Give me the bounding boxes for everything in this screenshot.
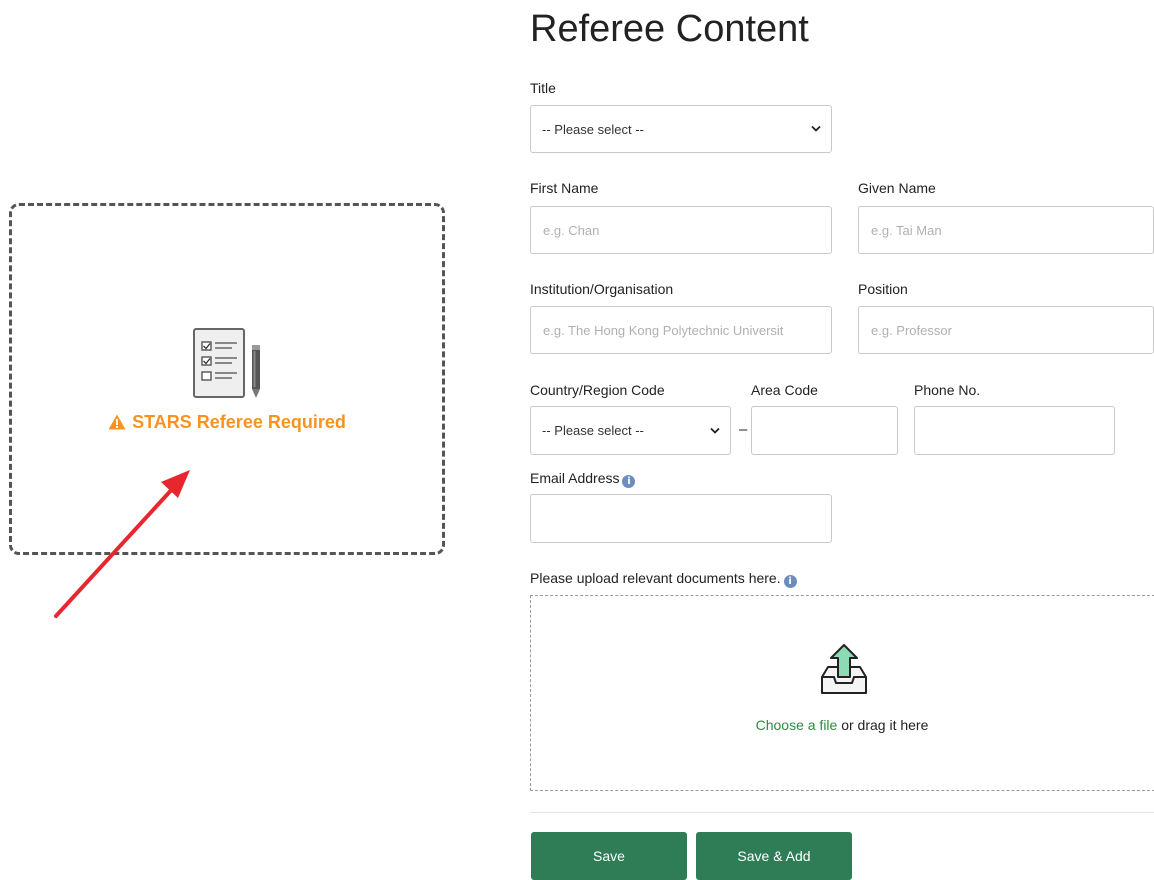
phone-no-input[interactable] (914, 406, 1115, 455)
email-address-input[interactable] (530, 494, 832, 543)
chevron-down-icon (710, 427, 720, 434)
position-input[interactable] (858, 306, 1154, 354)
save-and-add-button[interactable]: Save & Add (696, 832, 852, 880)
country-region-code-select[interactable]: -- Please select -- (530, 406, 731, 455)
checklist-document-icon (193, 328, 260, 398)
annotation-arrow (54, 470, 190, 618)
upload-label: Please upload relevant documents here. i (530, 570, 797, 588)
warning-icon (108, 414, 126, 430)
phone-separator: – (739, 421, 748, 438)
title-select[interactable]: -- Please select -- (530, 105, 832, 153)
upload-tray-icon (821, 644, 867, 694)
page-title: Referee Content (530, 8, 809, 50)
given-name-input[interactable] (858, 206, 1154, 254)
phone-no-label: Phone No. (914, 382, 981, 398)
position-label: Position (858, 281, 908, 297)
choose-file-link[interactable]: Choose a file (756, 717, 838, 733)
chevron-down-icon (811, 125, 821, 132)
institution-label: Institution/Organisation (530, 281, 674, 297)
info-icon[interactable]: i (622, 475, 636, 488)
institution-input[interactable] (530, 306, 832, 354)
warning-text: STARS Referee Required (132, 412, 346, 432)
country-code-select-value: -- Please select -- (542, 423, 644, 438)
stars-referee-required-warning: STARS Referee Required (0, 412, 454, 433)
drag-hint-text: or drag it here (837, 717, 929, 733)
first-name-label: First Name (530, 180, 599, 196)
divider (530, 812, 1154, 813)
country-region-code-label: Country/Region Code (530, 382, 665, 398)
email-label-text: Email Address (530, 470, 620, 486)
first-name-input[interactable] (530, 206, 832, 254)
given-name-label: Given Name (858, 180, 936, 196)
save-button[interactable]: Save (531, 832, 687, 880)
title-select-value: -- Please select -- (542, 121, 644, 137)
area-code-label: Area Code (751, 382, 818, 398)
pencil-icon (252, 345, 260, 398)
info-icon[interactable]: i (783, 575, 797, 588)
upload-label-text: Please upload relevant documents here. (530, 570, 781, 586)
title-label: Title (530, 80, 556, 96)
area-code-input[interactable] (751, 406, 898, 455)
upload-instructions: Choose a file or drag it here (530, 717, 1154, 733)
email-address-label: Email Address i (530, 470, 636, 488)
